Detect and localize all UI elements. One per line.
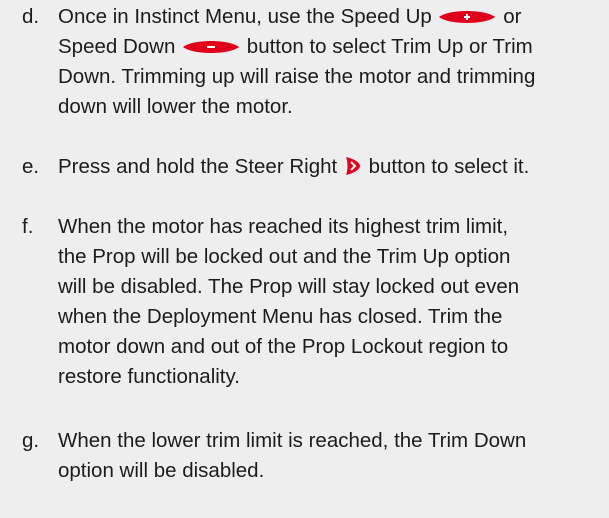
list-item-d: d. Once in Instinct Menu, use the Speed … <box>0 2 609 122</box>
item-line: the Prop will be locked out and the Trim… <box>58 245 511 268</box>
item-line: When the lower trim limit is reached, th… <box>58 429 527 452</box>
item-text: button to select it. <box>368 155 530 178</box>
item-line: Press and hold the Steer Right button to… <box>58 152 529 182</box>
item-line: will be disabled. The Prop will stay loc… <box>58 275 520 298</box>
item-text: Once in Instinct Menu, use the Speed Up <box>58 5 432 28</box>
item-line: when the Deployment Menu has closed. Tri… <box>58 305 503 328</box>
item-line: Once in Instinct Menu, use the Speed Up … <box>58 2 521 32</box>
item-line: restore functionality. <box>58 365 240 388</box>
list-item-e: e. Press and hold the Steer Right button… <box>0 152 609 182</box>
list-item-f: f. When the motor has reached its highes… <box>0 212 609 392</box>
item-text: button to select Trim Up or Trim <box>246 35 533 58</box>
item-line: When the motor has reached its highest t… <box>58 215 509 238</box>
list-item-g: g. When the lower trim limit is reached,… <box>0 426 609 486</box>
item-text: Speed Down <box>58 35 176 58</box>
steer-right-icon <box>345 157 360 175</box>
item-text: Press and hold the Steer Right <box>58 155 338 178</box>
item-line: Down. Trimming up will raise the motor a… <box>58 65 536 88</box>
item-letter: f. <box>22 215 34 238</box>
speed-down-icon <box>183 41 240 53</box>
item-letter: e. <box>22 155 40 178</box>
item-line: motor down and out of the Prop Lockout r… <box>58 335 509 358</box>
item-text: or <box>503 5 522 28</box>
speed-up-icon <box>439 11 496 23</box>
item-line: Speed Down button to select Trim Up or T… <box>58 32 533 62</box>
instructions-page: d. Once in Instinct Menu, use the Speed … <box>0 0 609 518</box>
item-line: option will be disabled. <box>58 459 265 482</box>
item-line: down will lower the motor. <box>58 95 293 118</box>
item-letter: g. <box>22 429 40 452</box>
item-letter: d. <box>22 5 40 28</box>
